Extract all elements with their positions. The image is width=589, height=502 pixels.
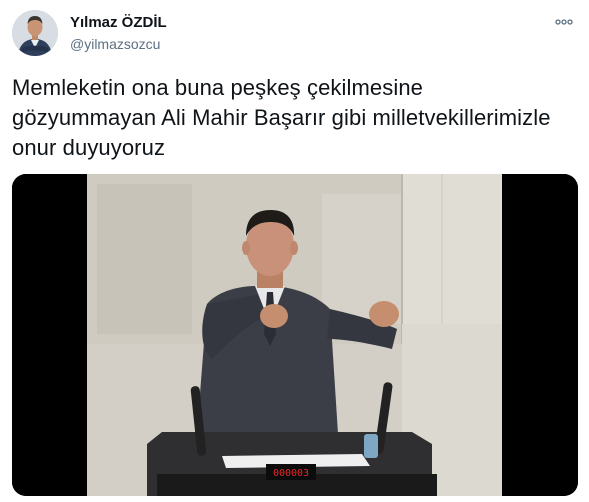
tweet-video[interactable]: 000003	[12, 174, 578, 496]
tweet-card[interactable]: Yılmaz ÖZDİL @yilmazsozcu Memleketin ona…	[0, 0, 589, 502]
author-handle[interactable]: @yilmazsozcu	[70, 34, 167, 54]
tweet-text-line: gözyummayan Ali Mahir Başarır gibi mille…	[12, 105, 551, 130]
author-avatar[interactable]	[12, 10, 58, 56]
podium-counter: 000003	[273, 468, 309, 479]
author-info: Yılmaz ÖZDİL @yilmazsozcu	[70, 13, 167, 54]
tweet-text-line: Memleketin ona buna peşkeş çekilmesine	[12, 75, 424, 100]
more-horizontal-icon	[555, 19, 573, 25]
video-frame: 000003	[12, 174, 578, 496]
more-options-button[interactable]	[551, 12, 577, 32]
profile-photo-avatar	[12, 10, 58, 56]
tweet-text: Memleketin ona buna peşkeş çekilmesine g…	[12, 73, 577, 163]
author-display-name[interactable]: Yılmaz ÖZDİL	[70, 13, 167, 33]
tweet-text-line: onur duyuyoruz	[12, 135, 166, 160]
